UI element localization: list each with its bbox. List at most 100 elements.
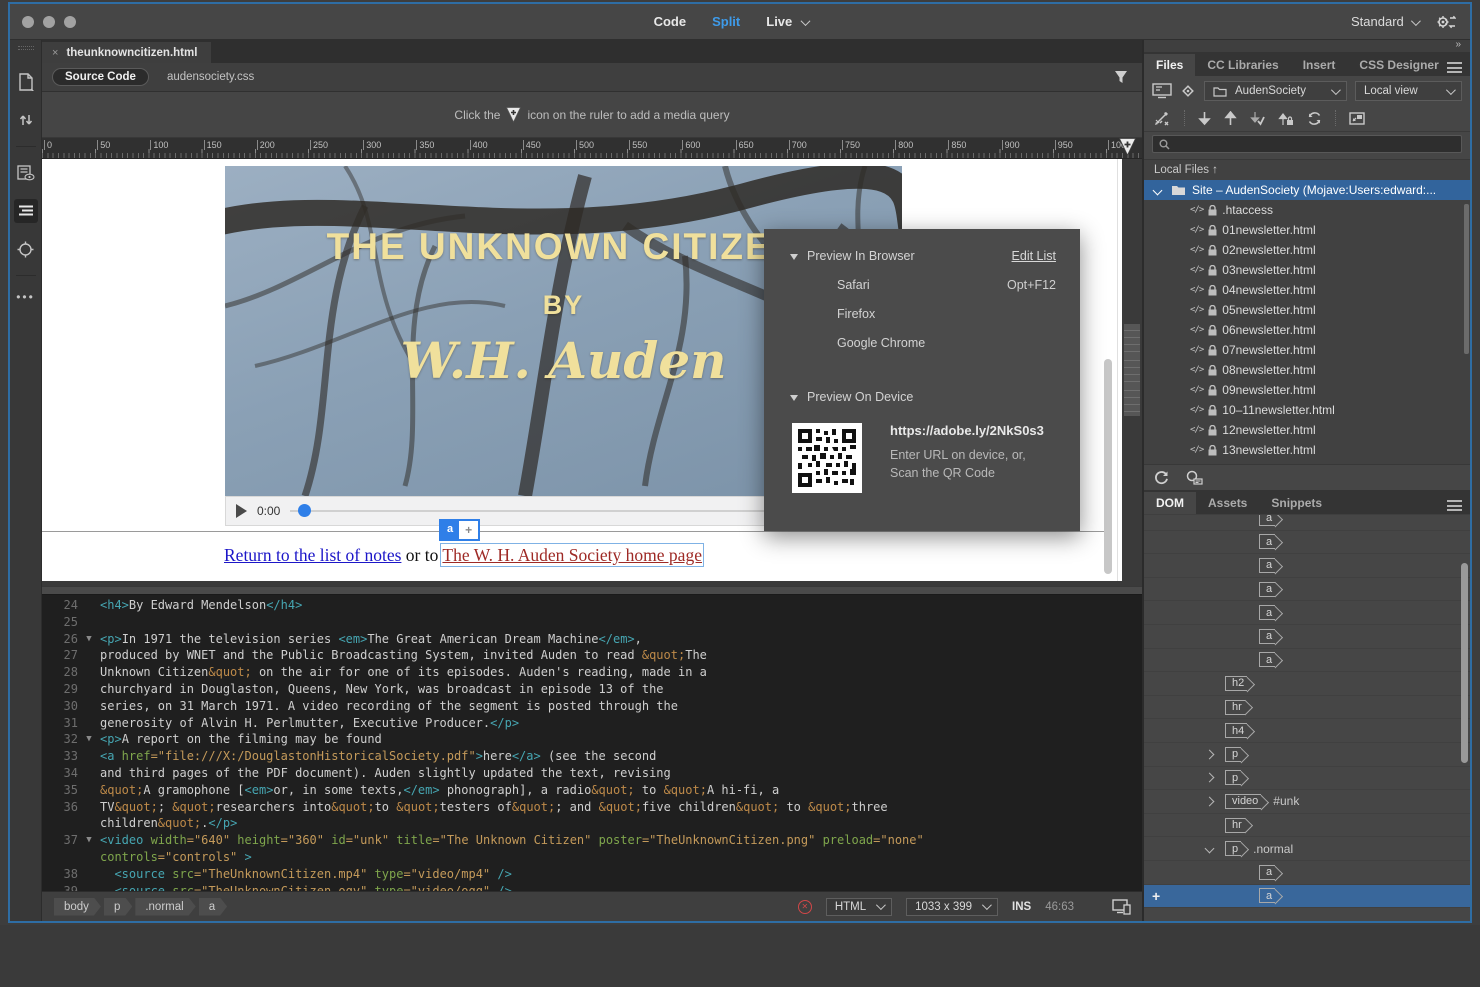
get-files-icon[interactable] [1198, 111, 1211, 126]
source-code-button[interactable]: Source Code [52, 68, 149, 86]
file-row[interactable]: </>05newsletter.html [1144, 300, 1470, 320]
dom-node-row[interactable]: h2 [1144, 672, 1470, 696]
split-view-button[interactable]: Split [712, 14, 740, 29]
panel-tab-assets[interactable]: Assets [1196, 492, 1259, 514]
add-class-button[interactable]: + [459, 521, 478, 539]
seek-knob[interactable] [298, 504, 311, 517]
notes-link[interactable]: Return to the list of notes [224, 545, 401, 565]
element-tag-label[interactable]: a [441, 521, 459, 539]
files-scrollbar[interactable] [1464, 204, 1469, 354]
dom-tag-chip[interactable]: p [1225, 841, 1241, 856]
error-indicator-icon[interactable]: ✕ [798, 900, 812, 914]
site-root-row[interactable]: Site – AudenSociety (Mojave:Users:edward… [1144, 180, 1470, 200]
panel-tab-cc-libraries[interactable]: CC Libraries [1195, 54, 1290, 76]
toolbar-grip[interactable] [18, 46, 34, 50]
dom-node-row[interactable]: p.normal [1144, 837, 1470, 861]
panel-menu-icon[interactable] [1447, 62, 1462, 73]
dom-tree[interactable]: aaaaaaah2hrh4ppvideo#unkhrp.normala+a [1144, 515, 1470, 921]
dom-node-row[interactable]: h4 [1144, 719, 1470, 743]
expand-icon[interactable] [1205, 749, 1215, 759]
device-preview-icon[interactable] [1112, 899, 1132, 915]
panel-tab-snippets[interactable]: Snippets [1259, 492, 1334, 514]
close-window-icon[interactable] [22, 16, 34, 28]
dom-node-row[interactable]: a [1144, 625, 1470, 649]
play-icon[interactable] [236, 504, 247, 518]
auden-society-link[interactable]: The W. H. Auden Society home page [442, 545, 702, 565]
panel-menu-icon[interactable] [1447, 500, 1462, 511]
design-scrollbar[interactable] [1104, 359, 1112, 574]
dom-node-row[interactable]: a [1144, 649, 1470, 673]
file-row[interactable]: </>04newsletter.html [1144, 280, 1470, 300]
connect-server-icon[interactable] [1154, 111, 1171, 126]
panel-tab-files[interactable]: Files [1144, 54, 1195, 76]
dom-tag-chip[interactable]: a [1259, 558, 1275, 573]
dom-tag-chip[interactable]: a [1259, 865, 1275, 880]
put-files-icon[interactable] [1224, 111, 1237, 126]
panel-tab-insert[interactable]: Insert [1291, 54, 1348, 76]
window-size-select[interactable]: 1033 x 399 [906, 898, 998, 916]
chevron-down-icon[interactable] [1153, 185, 1163, 195]
local-files-header[interactable]: Local Files ↑ [1144, 159, 1470, 180]
view-mode-select[interactable]: Local view [1355, 81, 1462, 101]
dom-node-row[interactable]: a [1144, 861, 1470, 885]
site-select[interactable]: AudenSociety [1204, 81, 1347, 101]
file-row[interactable]: </>01newsletter.html [1144, 220, 1470, 240]
window-controls[interactable] [22, 16, 76, 28]
open-documents-icon[interactable] [14, 70, 38, 94]
refresh-icon[interactable] [1154, 470, 1169, 485]
expand-icon[interactable] [1205, 796, 1215, 806]
ruler[interactable]: 0501001502002503003504004505005506006507… [42, 138, 1142, 159]
site-setup-icon[interactable] [1152, 83, 1172, 99]
panel-drag-handle[interactable] [1124, 324, 1140, 416]
add-element-icon[interactable]: + [1152, 888, 1160, 904]
file-row[interactable]: </>14newsletter.html [1144, 460, 1470, 464]
expand-icon[interactable] [1205, 773, 1215, 783]
sync-icon[interactable] [1307, 111, 1322, 126]
minimize-window-icon[interactable] [43, 16, 55, 28]
dom-tag-chip[interactable]: h4 [1225, 723, 1247, 738]
design-view[interactable]: THE UNKNOWN CITIZEN BY W.H. Auden 0:00 [42, 159, 1142, 586]
dom-node-row[interactable]: a [1144, 554, 1470, 578]
live-view-options-icon[interactable] [14, 161, 38, 185]
edit-list-link[interactable]: Edit List [1012, 249, 1056, 263]
file-row[interactable]: </>06newsletter.html [1144, 320, 1470, 340]
dom-tag-chip[interactable]: hr [1225, 818, 1245, 833]
expand-panel-icon[interactable] [1349, 112, 1365, 125]
dom-tag-chip[interactable]: video [1225, 794, 1261, 809]
dom-node-row[interactable]: a [1144, 531, 1470, 555]
file-row[interactable]: </>12newsletter.html [1144, 420, 1470, 440]
dom-node-row[interactable]: a [1144, 601, 1470, 625]
dom-tag-chip[interactable]: a [1259, 629, 1275, 644]
dom-node-row[interactable]: hr [1144, 696, 1470, 720]
dom-node-row[interactable]: p [1144, 743, 1470, 767]
panel-tab-css-designer[interactable]: CSS Designer [1347, 54, 1450, 76]
tag-selector[interactable]: .normal [135, 898, 195, 916]
dom-scrollbar[interactable] [1461, 563, 1468, 763]
close-tab-icon[interactable]: × [52, 47, 58, 59]
more-tools-icon[interactable]: ••• [16, 290, 35, 304]
file-row[interactable]: </>02newsletter.html [1144, 240, 1470, 260]
dom-tag-chip[interactable]: p [1225, 770, 1241, 785]
collapse-panels-icon[interactable]: » [1455, 39, 1462, 50]
media-query-marker-icon[interactable] [1119, 138, 1136, 156]
document-tab[interactable]: × theunknowncitizen.html [42, 42, 211, 63]
tag-selector[interactable]: a [199, 898, 227, 916]
dom-node-row[interactable]: hr [1144, 814, 1470, 838]
dom-tag-chip[interactable]: hr [1225, 700, 1245, 715]
device-preview-url[interactable]: https://adobe.ly/2NkS0s3 [890, 423, 1044, 438]
preview-on-device-header[interactable]: Preview On Device [790, 390, 913, 404]
panel-tab-dom[interactable]: DOM [1144, 492, 1196, 514]
code-view-button[interactable]: Code [654, 14, 687, 29]
file-row[interactable]: </>07newsletter.html [1144, 340, 1470, 360]
git-icon[interactable] [1180, 83, 1196, 99]
dom-tag-chip[interactable]: h2 [1225, 676, 1247, 691]
code-editor[interactable]: 24<h4>By Edward Mendelson</h4>2526▼<p>In… [42, 595, 1142, 891]
file-row[interactable]: </>.htaccess [1144, 200, 1470, 220]
file-tree[interactable]: Site – AudenSociety (Mojave:Users:edward… [1144, 180, 1470, 464]
files-search-input[interactable] [1152, 135, 1462, 153]
dom-tag-chip[interactable]: a [1259, 605, 1275, 620]
fold-arrow-icon[interactable]: ▼ [78, 731, 100, 748]
file-row[interactable]: </>13newsletter.html [1144, 440, 1470, 460]
fold-arrow-icon[interactable]: ▼ [78, 832, 100, 849]
format-source-icon[interactable] [14, 199, 38, 223]
